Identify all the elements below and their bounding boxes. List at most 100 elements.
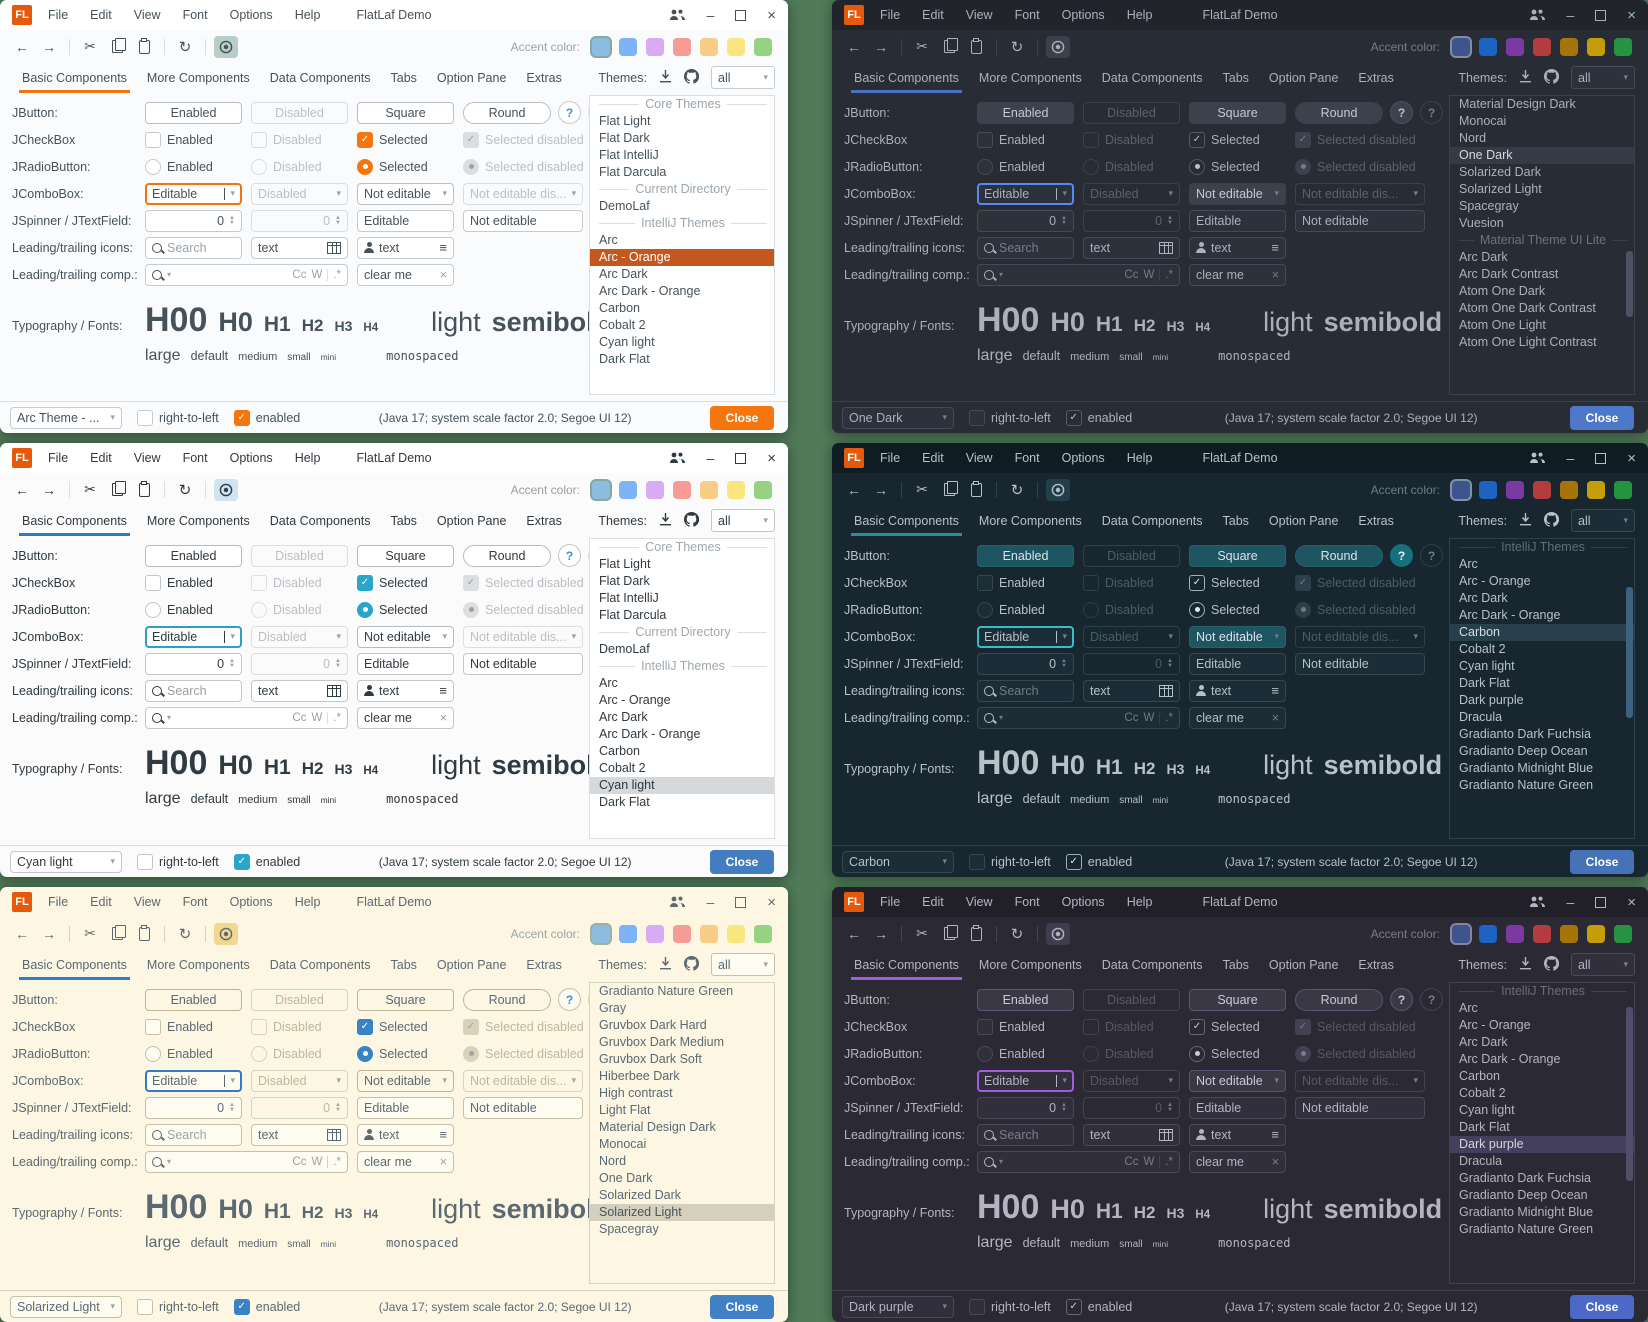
forward-icon[interactable]: → (37, 36, 61, 58)
help-button[interactable]: ? (558, 544, 581, 567)
textfield-editable[interactable]: Editable (357, 653, 454, 675)
textfield-editable[interactable]: Editable (1189, 210, 1286, 232)
search-input[interactable]: Search (977, 680, 1074, 702)
theme-list[interactable]: Material Design DarkMonocaiNordOne DarkS… (1449, 95, 1635, 395)
accent-swatch[interactable] (727, 925, 745, 943)
clear-icon[interactable]: × (440, 711, 447, 725)
tab-basic-components[interactable]: Basic Components (844, 953, 969, 980)
back-icon[interactable]: ← (10, 479, 34, 501)
theme-item[interactable]: Cyan light (590, 777, 774, 794)
accent-swatch[interactable] (700, 481, 718, 499)
radio-selected[interactable] (357, 159, 373, 175)
text-input-calendar[interactable]: text (1083, 237, 1180, 259)
tab-tabs[interactable]: Tabs (381, 953, 427, 980)
minimize-button[interactable]: – (1566, 450, 1574, 466)
tab-data-components[interactable]: Data Components (260, 953, 381, 980)
theme-item[interactable]: One Dark (1450, 147, 1634, 164)
theme-filter-select[interactable]: all▾ (711, 509, 775, 532)
clear-icon[interactable]: × (1272, 1155, 1279, 1169)
round-button[interactable]: Round (1295, 102, 1383, 124)
theme-item[interactable]: Carbon (590, 743, 774, 760)
theme-item[interactable]: Arc - Orange (1450, 1017, 1634, 1034)
menu-file[interactable]: File (48, 895, 68, 909)
menu-help[interactable]: Help (295, 895, 321, 909)
theme-item[interactable]: Cobalt 2 (590, 317, 774, 334)
enabled-button[interactable]: Enabled (977, 102, 1074, 124)
combobox-editable[interactable]: Editable▾ (977, 626, 1074, 648)
forward-icon[interactable]: → (869, 923, 893, 945)
refresh-icon[interactable]: ↻ (173, 36, 197, 58)
copy-icon[interactable] (105, 36, 129, 58)
tab-data-components[interactable]: Data Components (260, 66, 381, 93)
right-to-left-checkbox[interactable] (969, 854, 985, 870)
menu-view[interactable]: View (134, 8, 161, 22)
round-button[interactable]: Round (463, 102, 551, 124)
combobox-editable[interactable]: Editable▾ (977, 1070, 1074, 1092)
menu-view[interactable]: View (966, 451, 993, 465)
list-icon[interactable]: ≡ (1271, 241, 1279, 254)
regex-toggle[interactable]: .* (333, 712, 341, 724)
cut-icon[interactable]: ✂ (78, 479, 102, 501)
menu-view[interactable]: View (134, 895, 161, 909)
back-icon[interactable]: ← (10, 923, 34, 945)
accent-swatch[interactable] (673, 38, 691, 56)
theme-item[interactable]: Carbon (1450, 624, 1634, 641)
theme-item[interactable]: Gruvbox Dark Medium (590, 1034, 774, 1051)
tab-tabs[interactable]: Tabs (1213, 66, 1259, 93)
theme-item[interactable]: Arc Dark Contrast (1450, 266, 1634, 283)
theme-item[interactable]: Spacegray (1450, 198, 1634, 215)
tab-extras[interactable]: Extras (1348, 66, 1403, 93)
enabled-button[interactable]: Enabled (977, 989, 1074, 1011)
textfield-editable[interactable]: Editable (357, 1097, 454, 1119)
help-button[interactable]: ? (1390, 988, 1413, 1011)
menu-options[interactable]: Options (230, 895, 273, 909)
close-button[interactable]: Close (710, 850, 774, 874)
combobox-not-editable[interactable]: Not editable▾ (1189, 183, 1286, 205)
tab-option-pane[interactable]: Option Pane (1259, 953, 1349, 980)
download-icon[interactable] (1519, 957, 1532, 973)
show-hidden-eye-icon[interactable] (214, 923, 238, 945)
tab-tabs[interactable]: Tabs (1213, 509, 1259, 536)
tab-tabs[interactable]: Tabs (1213, 953, 1259, 980)
theme-item[interactable]: Solarized Light (1450, 181, 1634, 198)
right-to-left-checkbox[interactable] (969, 410, 985, 426)
tab-basic-components[interactable]: Basic Components (844, 509, 969, 536)
maximize-button[interactable] (735, 10, 746, 21)
radio-selected[interactable] (357, 602, 373, 618)
maximize-button[interactable] (735, 897, 746, 908)
close-button[interactable]: Close (1570, 1295, 1634, 1319)
theme-item[interactable]: Arc Dark (1450, 590, 1634, 607)
round-button[interactable]: Round (1295, 989, 1383, 1011)
menu-edit[interactable]: Edit (90, 451, 112, 465)
download-icon[interactable] (1519, 513, 1532, 529)
theme-item[interactable]: Cobalt 2 (1450, 1085, 1634, 1102)
tab-basic-components[interactable]: Basic Components (12, 66, 137, 93)
tab-more-components[interactable]: More Components (137, 509, 260, 536)
menu-help[interactable]: Help (1127, 451, 1153, 465)
show-hidden-eye-icon[interactable] (1046, 923, 1070, 945)
refresh-icon[interactable]: ↻ (1005, 923, 1029, 945)
accent-swatch[interactable] (619, 38, 637, 56)
theme-item[interactable]: Gradianto Dark Fuchsia (1450, 726, 1634, 743)
theme-item[interactable]: Atom One Light Contrast (1450, 334, 1634, 351)
combobox-editable[interactable]: Editable▾ (145, 183, 242, 205)
text-input-person[interactable]: text≡ (357, 680, 454, 702)
theme-dropdown[interactable]: One Dark▾ (842, 407, 954, 429)
text-input-calendar[interactable]: text (1083, 1124, 1180, 1146)
menu-edit[interactable]: Edit (922, 451, 944, 465)
download-icon[interactable] (1519, 70, 1532, 86)
text-input-calendar[interactable]: text (1083, 680, 1180, 702)
accent-swatch[interactable] (1452, 925, 1470, 943)
back-icon[interactable]: ← (10, 36, 34, 58)
theme-item[interactable]: Gruvbox Dark Hard (590, 1017, 774, 1034)
theme-item[interactable]: Dracula (1450, 709, 1634, 726)
enabled-checkbox[interactable]: ✓ (1066, 854, 1082, 870)
search-options-input[interactable]: ▾ Cc W .* (977, 264, 1180, 286)
checkbox-selected[interactable]: ✓ (357, 575, 373, 591)
right-to-left-checkbox[interactable] (137, 1299, 153, 1315)
checkbox-enabled[interactable] (145, 132, 161, 148)
theme-dropdown[interactable]: Solarized Light▾ (10, 1296, 122, 1318)
accent-swatch[interactable] (1533, 925, 1551, 943)
accent-swatch[interactable] (619, 925, 637, 943)
theme-item[interactable]: Arc (1450, 1000, 1634, 1017)
